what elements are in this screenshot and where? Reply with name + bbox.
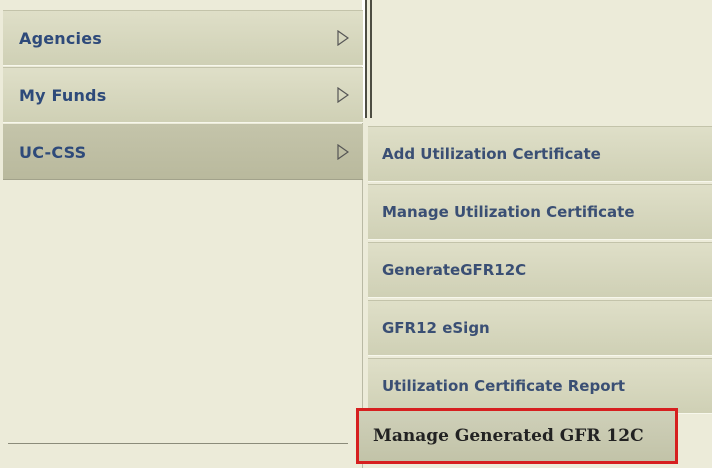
submenu-item-manage-generated-gfr-12c[interactable]: Manage Generated GFR 12C <box>356 408 678 464</box>
menu-item-label: UC-CSS <box>19 142 87 162</box>
submenu-item-gfr12-esign[interactable]: GFR12 eSign <box>368 300 712 356</box>
submenu-item-manage-utilization-certificate[interactable]: Manage Utilization Certificate <box>368 184 712 240</box>
submenu-item-add-utilization-certificate[interactable]: Add Utilization Certificate <box>368 126 712 182</box>
submenu-item-label: Add Utilization Certificate <box>382 145 601 163</box>
submenu-item-label: Manage Utilization Certificate <box>382 203 635 221</box>
uc-css-submenu: Add Utilization Certificate Manage Utili… <box>356 126 712 468</box>
chevron-right-icon <box>337 87 349 103</box>
menu-item-label: Agencies <box>19 28 103 48</box>
menu-item-uc-css[interactable]: UC-CSS <box>3 124 363 180</box>
submenu-item-generate-gfr12c[interactable]: GenerateGFR12C <box>368 242 712 298</box>
submenu-item-label: GFR12 eSign <box>382 319 490 337</box>
submenu-item-label: Manage Generated GFR 12C <box>373 426 644 446</box>
chevron-right-icon <box>337 30 349 46</box>
divider <box>365 0 367 118</box>
menu-item-agencies[interactable]: Agencies <box>3 10 363 66</box>
chevron-right-icon <box>337 144 349 160</box>
divider <box>8 443 348 444</box>
menu-item-my-funds[interactable]: My Funds <box>3 67 363 123</box>
menu-item-label: My Funds <box>19 85 107 105</box>
submenu-item-utilization-certificate-report[interactable]: Utilization Certificate Report <box>368 358 712 414</box>
submenu-item-label: GenerateGFR12C <box>382 261 527 279</box>
divider <box>370 0 372 118</box>
submenu-item-label: Utilization Certificate Report <box>382 377 626 395</box>
